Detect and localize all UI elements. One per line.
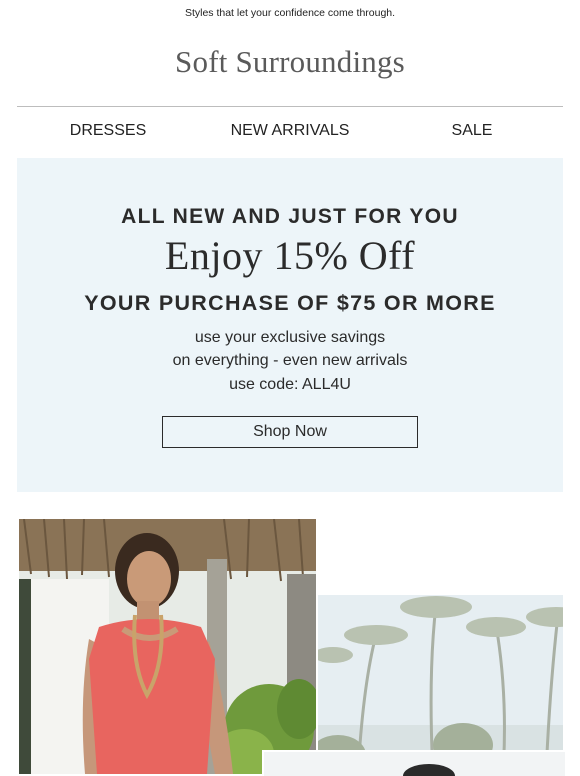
promo-line: on everything - even new arrivals [172, 352, 408, 369]
promo-line: use your exclusive savings [194, 329, 386, 346]
woman-in-coral-dress-image [19, 519, 316, 774]
nav-new-arrivals-link[interactable]: NEW ARRIVALS [199, 122, 381, 140]
promo-code-line: use code: ALL4U [229, 376, 351, 393]
model-photo-partial[interactable] [262, 750, 565, 776]
promo-kicker: ALL NEW AND JUST FOR YOU [121, 205, 459, 228]
promo-headline: Enjoy 15% Off [164, 233, 416, 278]
nav-dresses-link[interactable]: DRESSES [17, 122, 199, 140]
brand-logo[interactable]: Soft Surroundings [0, 44, 580, 80]
promo-banner: ALL NEW AND JUST FOR YOU Enjoy 15% Off Y… [17, 158, 563, 492]
main-nav: DRESSES NEW ARRIVALS SALE [17, 122, 563, 144]
preheader-text: Styles that let your confidence come thr… [184, 7, 396, 19]
model-photo-partial-image [264, 752, 565, 776]
shop-now-button[interactable]: Shop Now [162, 416, 418, 448]
palm-trees-photo[interactable] [318, 595, 563, 774]
nav-sale-link[interactable]: SALE [381, 122, 563, 140]
palm-trees-image [318, 595, 563, 774]
promo-subhead: YOUR PURCHASE OF $75 OR MORE [84, 291, 496, 315]
header-divider [17, 106, 563, 107]
woman-in-coral-dress-photo[interactable] [19, 519, 316, 774]
